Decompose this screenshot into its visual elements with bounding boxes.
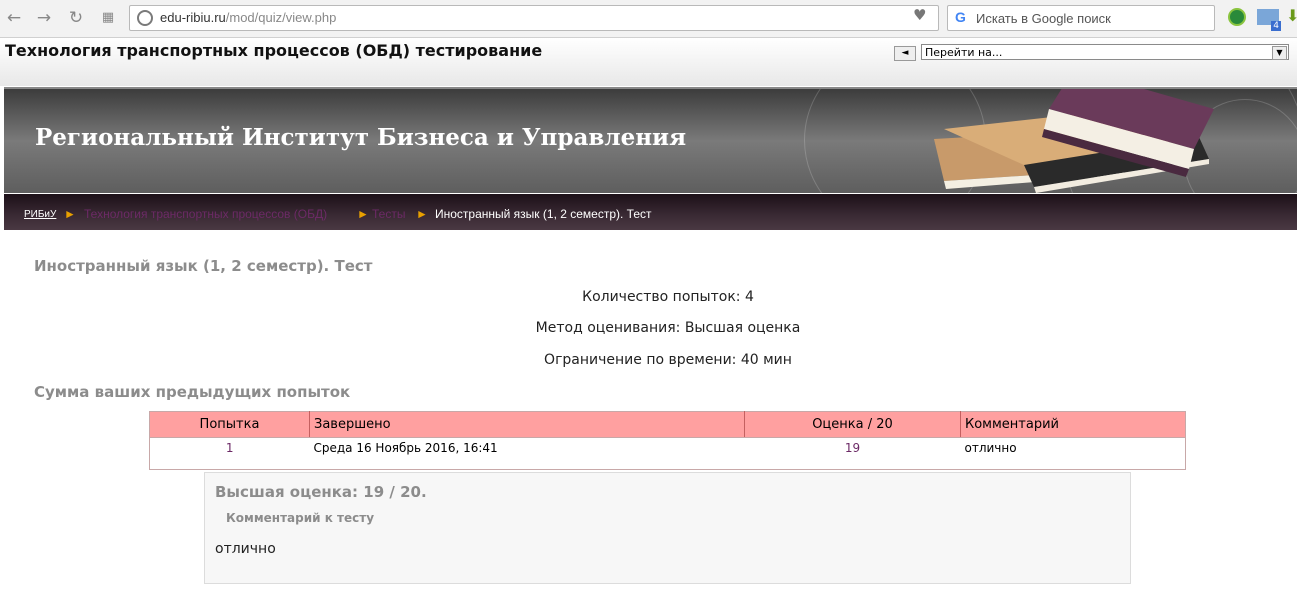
site-banner: Региональный Институт Бизнеса и Управлен… [4, 87, 1297, 193]
summary-heading: Сумма ваших предыдущих попыток [34, 383, 351, 401]
search-input[interactable]: G Искать в Google поиск [947, 5, 1215, 31]
download-icon[interactable]: ⬇ [1286, 6, 1297, 25]
address-bar[interactable]: edu-ribiu.ru/mod/quiz/view.php [129, 5, 939, 31]
attempt-finished-date: Среда 16 Ноябрь 2016, 16:41 [313, 441, 498, 455]
breadcrumb-course-link[interactable]: Технология транспортных процессов (ОБД) [84, 207, 327, 221]
breadcrumb-tests-link[interactable]: Тесты [372, 207, 405, 221]
speed-dial-icon[interactable]: ▦ [98, 7, 118, 29]
attempt-number-link[interactable]: 1 [226, 441, 234, 455]
feedback-text: отлично [215, 541, 276, 557]
google-icon: G [955, 9, 966, 25]
jump-back-button[interactable]: ◄ [894, 46, 916, 61]
institute-title: Региональный Институт Бизнеса и Управлен… [35, 124, 687, 151]
course-header: Технология транспортных процессов (ОБД) … [0, 38, 1297, 86]
attempt-grade-link[interactable]: 19 [845, 441, 860, 455]
forward-arrow-icon[interactable]: → [34, 7, 54, 29]
table-row: 1 Среда 16 Ноябрь 2016, 16:41 19 отлично [150, 438, 1186, 470]
breadcrumb: РИБиУ ► Технология транспортных процессо… [4, 194, 1297, 230]
search-placeholder: Искать в Google поиск [976, 11, 1111, 26]
books-image [934, 89, 1214, 193]
mail-badge: 4 [1271, 21, 1281, 31]
column-header-attempt: Попытка [149, 411, 310, 438]
table-header-row: Попытка Завершено Оценка / 20 Комментари… [149, 411, 1186, 438]
reload-icon[interactable]: ↻ [66, 7, 86, 29]
breadcrumb-separator-icon: ► [64, 207, 76, 221]
time-limit: Ограничение по времени: 40 мин [544, 352, 792, 368]
mail-icon[interactable]: 4 [1257, 9, 1281, 31]
column-header-comment: Комментарий [960, 411, 1186, 438]
jump-to-select[interactable]: Перейти на... ▼ [921, 44, 1289, 60]
site-info-icon[interactable] [137, 10, 153, 26]
column-header-grade: Оценка / 20 [744, 411, 961, 438]
feedback-heading: Комментарий к тесту [226, 511, 375, 525]
url-text: edu-ribiu.ru/mod/quiz/view.php [160, 10, 337, 25]
feedback-box: Высшая оценка: 19 / 20. Комментарий к те… [204, 472, 1131, 584]
grading-method: Метод оценивания: Высшая оценка [535, 320, 801, 336]
best-grade: Высшая оценка: 19 / 20. [215, 483, 427, 501]
attempts-allowed: Количество попыток: 4 [582, 289, 754, 305]
breadcrumb-separator-icon: ► [416, 207, 428, 221]
column-header-finished: Завершено [309, 411, 745, 438]
page-title: Технология транспортных процессов (ОБД) … [5, 41, 543, 60]
back-arrow-icon[interactable]: ← [4, 7, 24, 29]
quiz-title: Иностранный язык (1, 2 семестр). Тест [34, 257, 373, 275]
extension-icon[interactable] [1228, 8, 1246, 26]
attempt-comment: отлично [964, 441, 1017, 455]
attempts-table: Попытка Завершено Оценка / 20 Комментари… [149, 411, 1186, 470]
chevron-down-icon[interactable]: ▼ [1272, 46, 1287, 60]
breadcrumb-separator-icon: ► [357, 207, 369, 221]
browser-toolbar: ← → ↻ ▦ edu-ribiu.ru/mod/quiz/view.php ♥… [0, 0, 1297, 38]
breadcrumb-current: Иностранный язык (1, 2 семестр). Тест [435, 207, 652, 221]
bookmark-heart-icon[interactable]: ♥ [913, 6, 926, 24]
breadcrumb-home-link[interactable]: РИБиУ [24, 209, 56, 220]
jump-to-select-value: Перейти на... [925, 46, 1003, 59]
